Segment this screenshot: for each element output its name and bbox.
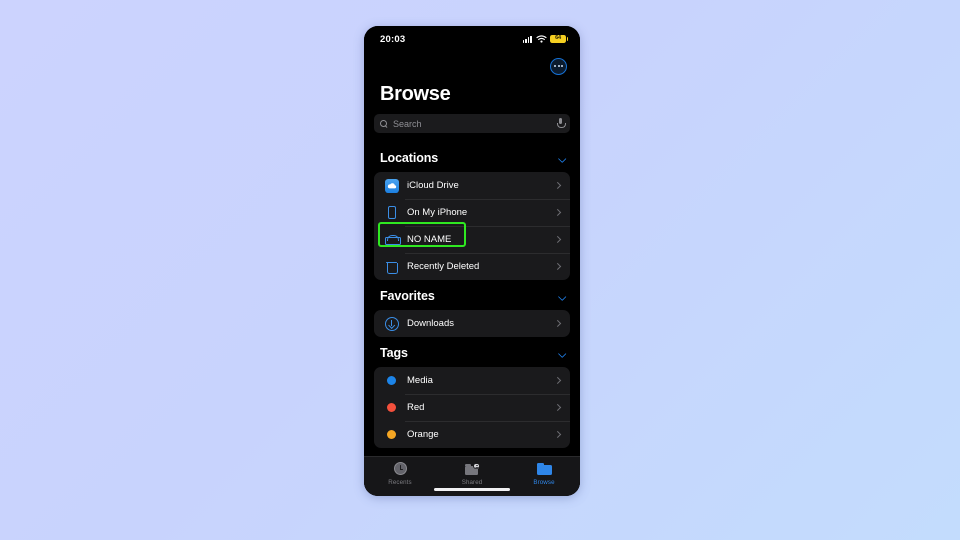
list-item[interactable]: Media [374, 367, 570, 394]
search-input[interactable]: Search [374, 114, 570, 133]
list-item-label: iCloud Drive [407, 180, 459, 191]
battery-level-text: 64 [555, 35, 561, 42]
list-item-label: NO NAME [407, 234, 452, 245]
chevron-right-icon [554, 319, 562, 329]
chevron-right-icon [554, 208, 562, 218]
row-icon-wrapper [383, 178, 400, 193]
folder-glyph [536, 463, 552, 475]
section-header-tags[interactable]: Tags [364, 337, 580, 367]
list-item-label: Recently Deleted [407, 261, 480, 272]
home-indicator [434, 487, 510, 491]
list-item-label: On My iPhone [407, 207, 468, 218]
iphone-icon [387, 206, 396, 219]
chevron-right-icon [554, 181, 562, 191]
row-icon-wrapper [383, 403, 400, 412]
list-item-label: Red [407, 402, 425, 413]
chevron-down-icon[interactable] [558, 292, 567, 301]
wifi-icon [535, 35, 547, 43]
search-placeholder: Search [393, 118, 422, 129]
list-item-label: Downloads [407, 318, 454, 329]
shared-folder-glyph [464, 462, 480, 475]
section-title: Tags [380, 346, 408, 360]
battery-icon: 64 [550, 34, 569, 44]
chevron-right-icon [554, 262, 562, 272]
folder-icon [536, 461, 552, 476]
page-title: Browse [380, 83, 451, 105]
status-bar-indicators: 64 [522, 34, 569, 44]
chevron-right-icon [554, 376, 562, 386]
tag-dot-icon [387, 403, 396, 412]
section-card: Downloads [374, 310, 570, 337]
chevron-right-icon [554, 235, 562, 245]
list-item-label: Media [407, 375, 433, 386]
search-icon [380, 119, 388, 128]
phone-device-frame: 20:03 64 Browse Search Locations iCloud … [364, 26, 580, 496]
browse-list[interactable]: Locations iCloud Drive On My iPhone NO NAME… [364, 142, 580, 456]
tab-label: Shared [461, 478, 483, 486]
tag-dot-icon [387, 430, 396, 439]
tab-browse[interactable]: Browse [508, 461, 580, 486]
list-item[interactable]: NO NAME [374, 226, 570, 253]
section-title: Locations [380, 151, 439, 165]
cellular-bars-icon [522, 35, 532, 43]
section-card: Media Red Orange [374, 367, 570, 448]
chevron-right-icon [554, 430, 562, 440]
clock-icon [393, 461, 407, 476]
ellipsis-circle-icon[interactable] [550, 57, 567, 75]
list-item[interactable]: Recently Deleted [374, 253, 570, 280]
list-item[interactable]: Orange [374, 421, 570, 448]
clock-face [393, 462, 407, 475]
row-icon-wrapper [383, 206, 400, 219]
tab-label: Browse [533, 478, 555, 486]
download-circle-icon [384, 316, 399, 331]
row-icon-wrapper [383, 235, 401, 245]
status-bar: 20:03 64 [364, 26, 580, 52]
trash-icon [386, 260, 398, 274]
tab-recents[interactable]: Recents [364, 461, 436, 486]
row-icon-wrapper [383, 430, 400, 439]
phone-screen: 20:03 64 Browse Search Locations iCloud … [364, 26, 580, 496]
section-header-favorites[interactable]: Favorites [364, 280, 580, 310]
list-item[interactable]: On My iPhone [374, 199, 570, 226]
row-icon-wrapper [383, 260, 400, 274]
chevron-down-icon[interactable] [558, 154, 567, 163]
tab-label: Recents [388, 478, 412, 486]
row-icon-wrapper [383, 376, 400, 385]
list-item[interactable]: Downloads [374, 310, 570, 337]
search-bar-container: Search [364, 114, 580, 142]
list-item[interactable]: Red [374, 394, 570, 421]
list-item[interactable]: iCloud Drive [374, 172, 570, 199]
section-header-locations[interactable]: Locations [364, 142, 580, 172]
chevron-right-icon [554, 403, 562, 413]
external-drive-icon [384, 235, 401, 245]
section-card: iCloud Drive On My iPhone NO NAME Recently … [374, 172, 570, 280]
tab-shared[interactable]: Shared [436, 461, 508, 486]
microphone-icon[interactable] [557, 118, 566, 129]
row-icon-wrapper [383, 316, 400, 331]
list-item-label: Orange [407, 429, 439, 440]
shared-folder-icon [464, 461, 480, 476]
status-bar-time: 20:03 [380, 33, 406, 45]
chevron-down-icon[interactable] [558, 349, 567, 358]
navigation-bar-actions [364, 52, 580, 80]
icloud-drive-icon [384, 178, 399, 193]
tag-dot-icon [387, 376, 396, 385]
section-title: Favorites [380, 289, 435, 303]
